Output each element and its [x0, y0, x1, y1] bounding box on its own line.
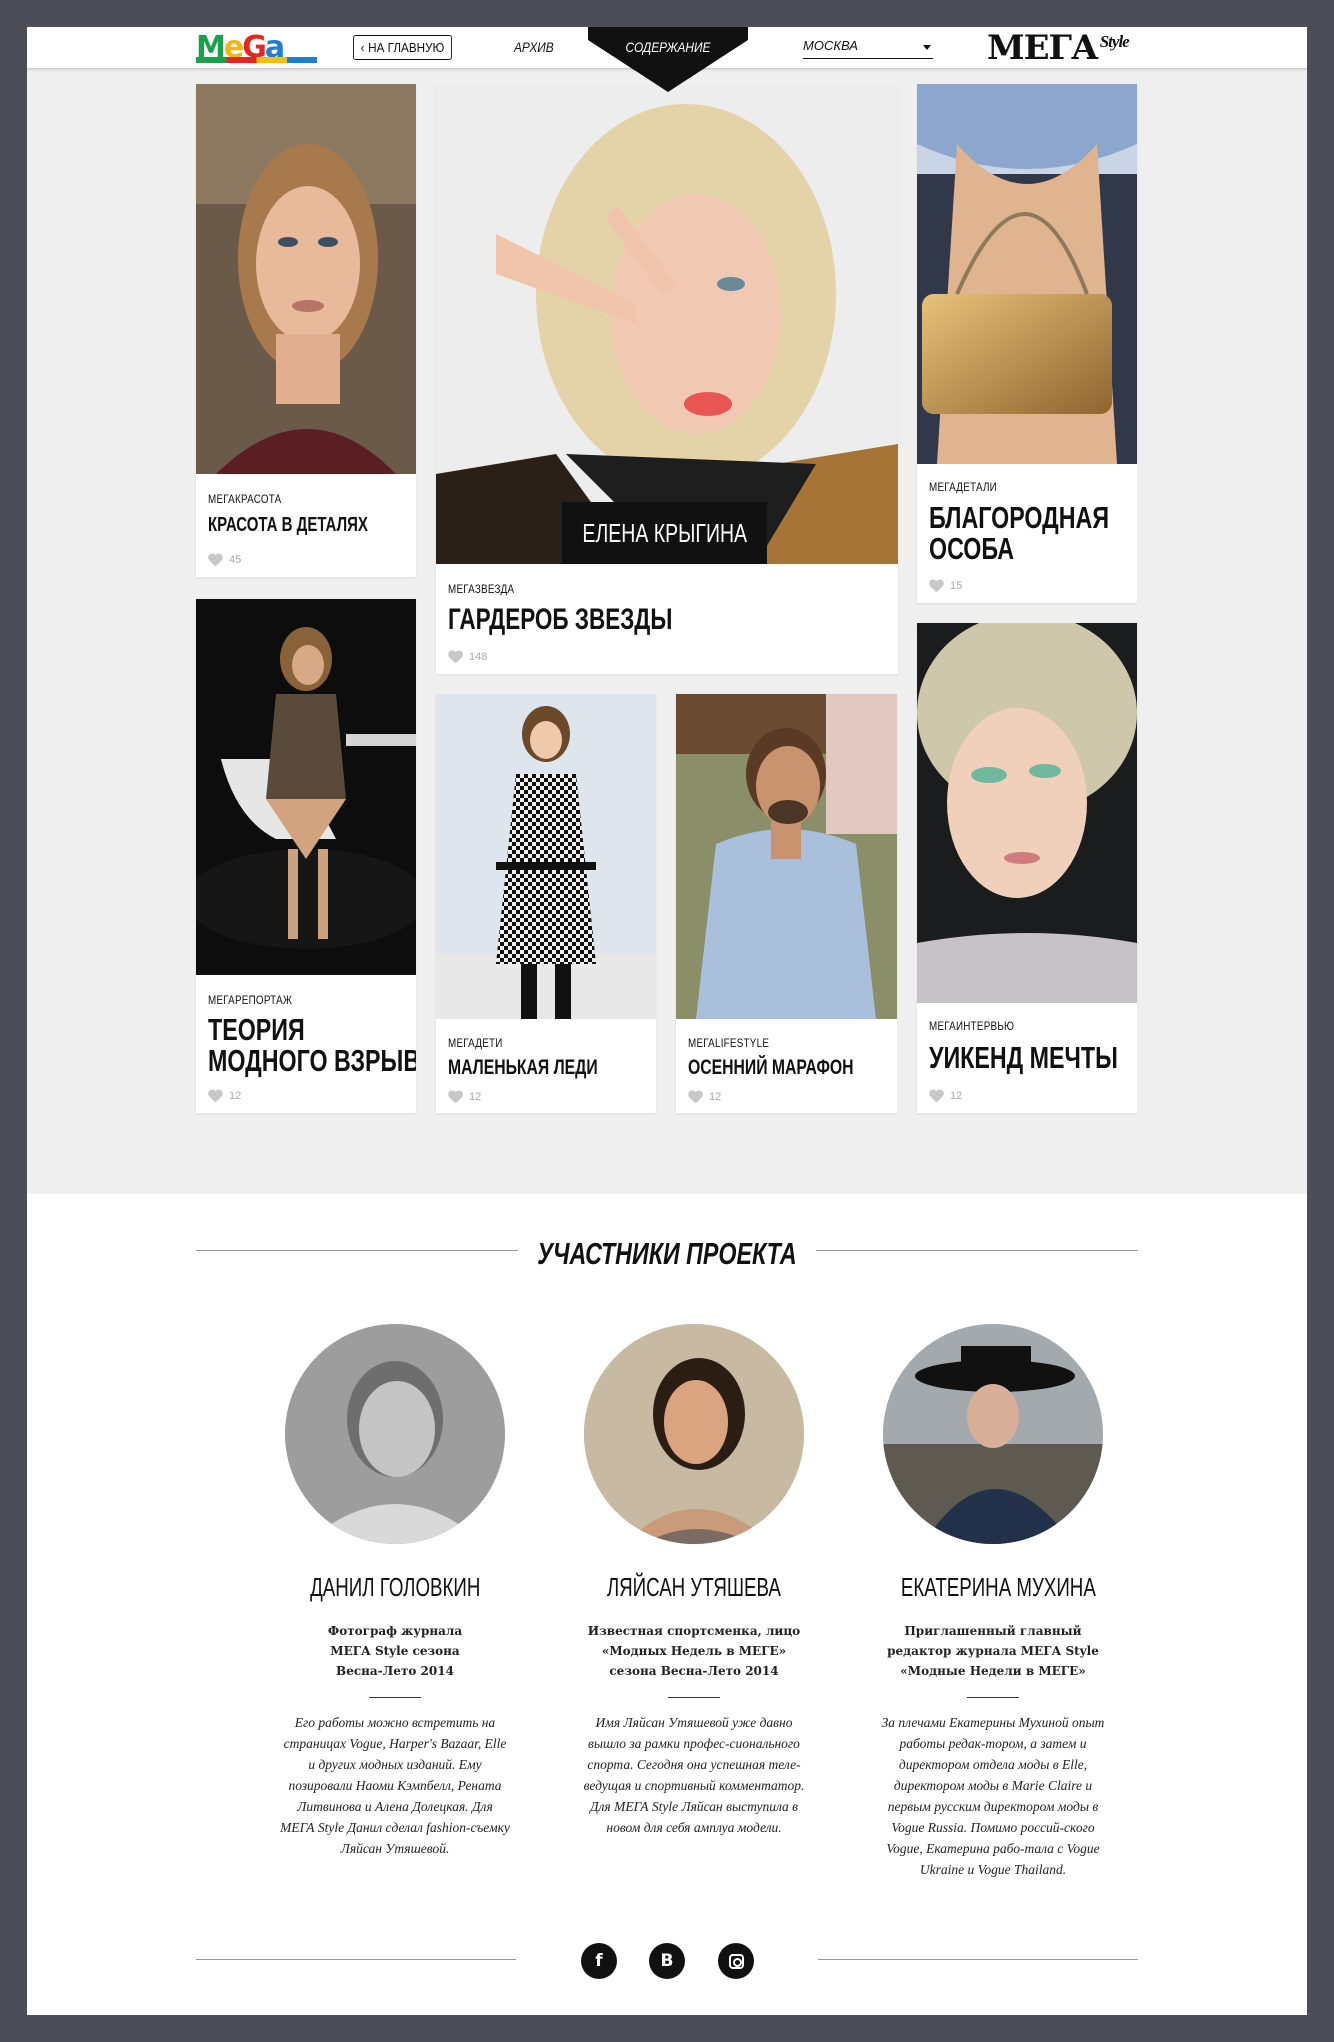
- likes-count: 45: [229, 554, 242, 566]
- article-title: БЛАГОРОДНАЯ ОСОБА: [929, 500, 1110, 566]
- mega-style-logo[interactable]: МЕГА Style: [987, 28, 1130, 71]
- chevron-down-icon: [923, 45, 931, 50]
- page-frame: MeGa ‹ НА ГЛАВНУЮ АРХИВ СОДЕРЖАНИЕ МОСКВ…: [27, 27, 1307, 2015]
- likes-counter[interactable]: 12: [448, 1091, 481, 1103]
- likes-count: 12: [709, 1091, 722, 1103]
- participant-avatar: [883, 1324, 1103, 1544]
- heart-icon: [688, 1091, 702, 1103]
- participant-name: ДАНИЛ ГОЛОВКИН: [309, 1572, 481, 1602]
- participant-avatar: [285, 1324, 505, 1544]
- article-category: МЕГАДЕТАЛИ: [929, 480, 998, 494]
- heart-icon: [929, 580, 943, 592]
- heart-icon: [929, 1090, 943, 1102]
- article-image: [196, 84, 416, 474]
- likes-counter[interactable]: 12: [688, 1091, 721, 1103]
- heart-icon: [208, 554, 222, 566]
- article-title: КРАСОТА В ДЕТАЛЯХ: [208, 514, 368, 536]
- divider: [818, 1959, 1138, 1960]
- article-image: [436, 694, 656, 1019]
- likes-count: 12: [229, 1090, 242, 1102]
- participants-section: УЧАСТНИКИ ПРОЕКТА ДАНИЛ ГОЛОВКИН Фотогра…: [27, 1194, 1307, 2015]
- separator: [369, 1697, 421, 1698]
- participant-name: ЕКАТЕРИНА МУХИНА: [900, 1572, 1096, 1602]
- article-card-kids[interactable]: МЕГАДЕТИ МАЛЕНЬКАЯ ЛЕДИ 12: [436, 694, 656, 1113]
- article-category: МЕГАLIFESTYLE: [688, 1036, 770, 1050]
- article-title: ОСЕННИЙ МАРАФОН: [688, 1056, 854, 1079]
- article-title: ТЕОРИЯ МОДНОГО ВЗРЫВА: [208, 1012, 416, 1078]
- participant-name: ЛЯЙСАН УТЯШЕВА: [606, 1572, 781, 1602]
- participant-role: Приглашенный главный редактор журнала МЕ…: [887, 1624, 1099, 1678]
- likes-count: 12: [469, 1091, 482, 1103]
- nav-archive[interactable]: АРХИВ: [514, 39, 554, 55]
- article-card-lifestyle[interactable]: МЕГАLIFESTYLE ОСЕННИЙ МАРАФОН 12: [676, 694, 897, 1113]
- article-card-report[interactable]: МЕГАРЕПОРТАЖ ТЕОРИЯ МОДНОГО ВЗРЫВА 12: [196, 599, 416, 1113]
- nav-contents[interactable]: СОДЕРЖАНИЕ: [617, 39, 719, 55]
- article-image: [917, 84, 1137, 464]
- article-card-details[interactable]: МЕГАДЕТАЛИ БЛАГОРОДНАЯ ОСОБА 15: [917, 84, 1137, 603]
- participant-card: ЛЯЙСАН УТЯШЕВА Известная спортсменка, ли…: [564, 1324, 824, 1838]
- city-select[interactable]: МОСКВА: [803, 35, 933, 59]
- featured-person-tag: ЕЛЕНА КРЫГИНА: [562, 502, 767, 564]
- likes-count: 15: [950, 580, 963, 592]
- article-image: [917, 623, 1137, 1003]
- article-image: [436, 84, 898, 564]
- participant-description: Имя Ляйсан Утяшевой уже давно вышло за р…: [583, 1715, 805, 1835]
- participant-avatar: [584, 1324, 804, 1544]
- participant-card: ЕКАТЕРИНА МУХИНА Приглашенный главный ре…: [863, 1324, 1123, 1880]
- separator: [967, 1697, 1019, 1698]
- section-title: УЧАСТНИКИ ПРОЕКТА: [537, 1236, 797, 1271]
- instagram-icon[interactable]: [718, 1943, 754, 1979]
- likes-count: 148: [469, 651, 488, 663]
- article-category: МЕГАКРАСОТА: [208, 492, 282, 506]
- article-category: МЕГАИНТЕРВЬЮ: [929, 1019, 1015, 1033]
- logo-color-bar: [196, 57, 317, 63]
- brand-sub: Style: [1099, 32, 1130, 51]
- article-category: МЕГАРЕПОРТАЖ: [208, 993, 293, 1007]
- article-category: МЕГАЗВЕЗДА: [448, 582, 515, 596]
- participant-card: ДАНИЛ ГОЛОВКИН Фотограф журнала МЕГА Sty…: [265, 1324, 525, 1859]
- article-title: УИКЕНД МЕЧТЫ: [929, 1040, 1118, 1075]
- participant-role: Фотограф журнала МЕГА Style сезона Весна…: [327, 1624, 463, 1678]
- article-title: ГАРДЕРОБ ЗВЕЗДЫ: [448, 603, 673, 636]
- separator: [668, 1697, 720, 1698]
- participant-role: Известная спортсменка, лицо «Модных Неде…: [587, 1624, 801, 1678]
- home-button-label: НА ГЛАВНУЮ: [368, 40, 445, 55]
- article-title: МАЛЕНЬКАЯ ЛЕДИ: [448, 1056, 598, 1079]
- city-select-value: МОСКВА: [803, 38, 858, 53]
- article-card-interview[interactable]: МЕГАИНТЕРВЬЮ УИКЕНД МЕЧТЫ 12: [917, 623, 1137, 1113]
- article-image: [196, 599, 416, 975]
- divider: [196, 1959, 516, 1960]
- article-card-beauty[interactable]: МЕГАКРАСОТА КРАСОТА В ДЕТАЛЯХ 45: [196, 84, 416, 577]
- social-links: f B: [27, 1939, 1307, 1979]
- home-button[interactable]: ‹ НА ГЛАВНУЮ: [353, 35, 452, 60]
- section-heading: УЧАСТНИКИ ПРОЕКТА: [196, 1236, 1138, 1276]
- likes-counter[interactable]: 148: [448, 651, 487, 663]
- top-bar: MeGa ‹ НА ГЛАВНУЮ АРХИВ СОДЕРЖАНИЕ МОСКВ…: [27, 27, 1307, 92]
- article-category: МЕГАДЕТИ: [448, 1036, 503, 1050]
- article-image: [676, 694, 897, 1019]
- heart-icon: [448, 1091, 462, 1103]
- heart-icon: [208, 1090, 222, 1102]
- brand-main: МЕГА: [987, 28, 1099, 68]
- participant-description: Его работы можно встретить на страницах …: [280, 1715, 510, 1856]
- heart-icon: [448, 651, 462, 663]
- likes-count: 12: [950, 1090, 963, 1102]
- vkontakte-icon[interactable]: B: [649, 1943, 685, 1979]
- mega-logo[interactable]: MeGa: [196, 31, 317, 65]
- likes-counter[interactable]: 12: [929, 1090, 962, 1102]
- articles-grid: МЕГАКРАСОТА КРАСОТА В ДЕТАЛЯХ 45 ЕЛЕНА К…: [27, 69, 1307, 1194]
- chevron-left-icon: ‹: [360, 40, 365, 55]
- likes-counter[interactable]: 45: [208, 554, 241, 566]
- article-card-star[interactable]: ЕЛЕНА КРЫГИНА МЕГАЗВЕЗДА ГАРДЕРОБ ЗВЕЗДЫ…: [436, 84, 898, 674]
- participant-description: За плечами Екатерины Мухиной опыт работы…: [881, 1715, 1105, 1877]
- likes-counter[interactable]: 15: [929, 580, 962, 592]
- likes-counter[interactable]: 12: [208, 1090, 241, 1102]
- facebook-icon[interactable]: f: [581, 1943, 617, 1979]
